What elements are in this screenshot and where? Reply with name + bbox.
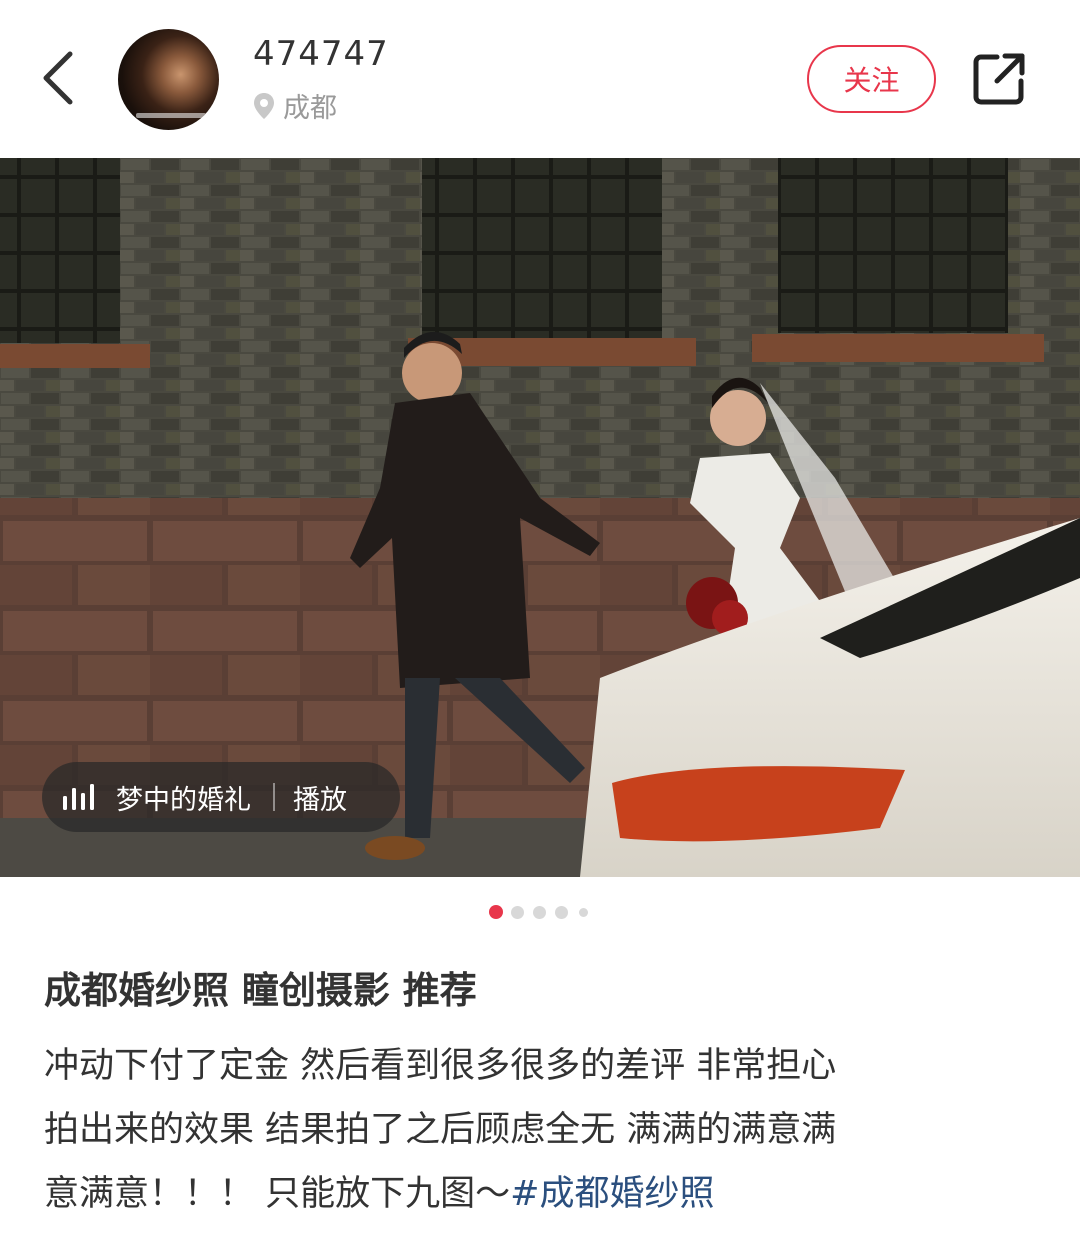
location-text: 成都: [283, 93, 337, 124]
share-external-icon: [973, 53, 1025, 105]
chevron-left-icon: [43, 51, 73, 105]
carousel-dot-3[interactable]: [533, 906, 546, 919]
location: 成都: [253, 86, 337, 125]
avatar[interactable]: [118, 29, 219, 130]
location-pin-icon: [254, 92, 274, 119]
follow-button[interactable]: 关注: [807, 45, 936, 113]
post-body-line-1: 冲动下付了定金 然后看到很多很多的差评 非常担心: [44, 1046, 837, 1086]
back-button[interactable]: [30, 40, 86, 116]
post-body: 冲动下付了定金 然后看到很多很多的差评 非常担心 拍出来的效果 结果拍了之后顾虑…: [44, 1034, 1034, 1226]
music-title: 梦中的婚礼: [116, 784, 251, 816]
carousel-dot-4[interactable]: [555, 906, 568, 919]
post-title: 成都婚纱照 瞳创摄影 推荐: [44, 969, 477, 1012]
music-pill[interactable]: 梦中的婚礼 播放: [42, 762, 400, 832]
carousel-dot-2[interactable]: [511, 906, 524, 919]
post-body-line-2: 拍出来的效果 结果拍了之后顾虑全无 满满的满意满: [44, 1110, 837, 1150]
post-body-line-3: 意满意！！！ 只能放下九图～#成都婚纱照: [44, 1162, 1034, 1226]
post-photo[interactable]: 梦中的婚礼 播放: [0, 158, 1080, 877]
carousel-indicator: [0, 904, 1080, 920]
hashtag-link[interactable]: #成都婚纱照: [510, 1174, 714, 1214]
avatar-caption-strip: [136, 113, 206, 118]
post-body-line-3-text: 意满意！！！ 只能放下九图～: [44, 1174, 511, 1214]
post-header: 474747 成都 关注: [0, 0, 1080, 158]
music-divider: [273, 783, 275, 811]
music-bars-icon: [63, 784, 94, 810]
username[interactable]: 474747: [253, 34, 389, 74]
carousel-dot-5[interactable]: [579, 908, 588, 917]
share-button[interactable]: [966, 46, 1032, 112]
carousel-dot-1[interactable]: [489, 905, 503, 919]
music-play-button[interactable]: 播放: [293, 778, 347, 817]
